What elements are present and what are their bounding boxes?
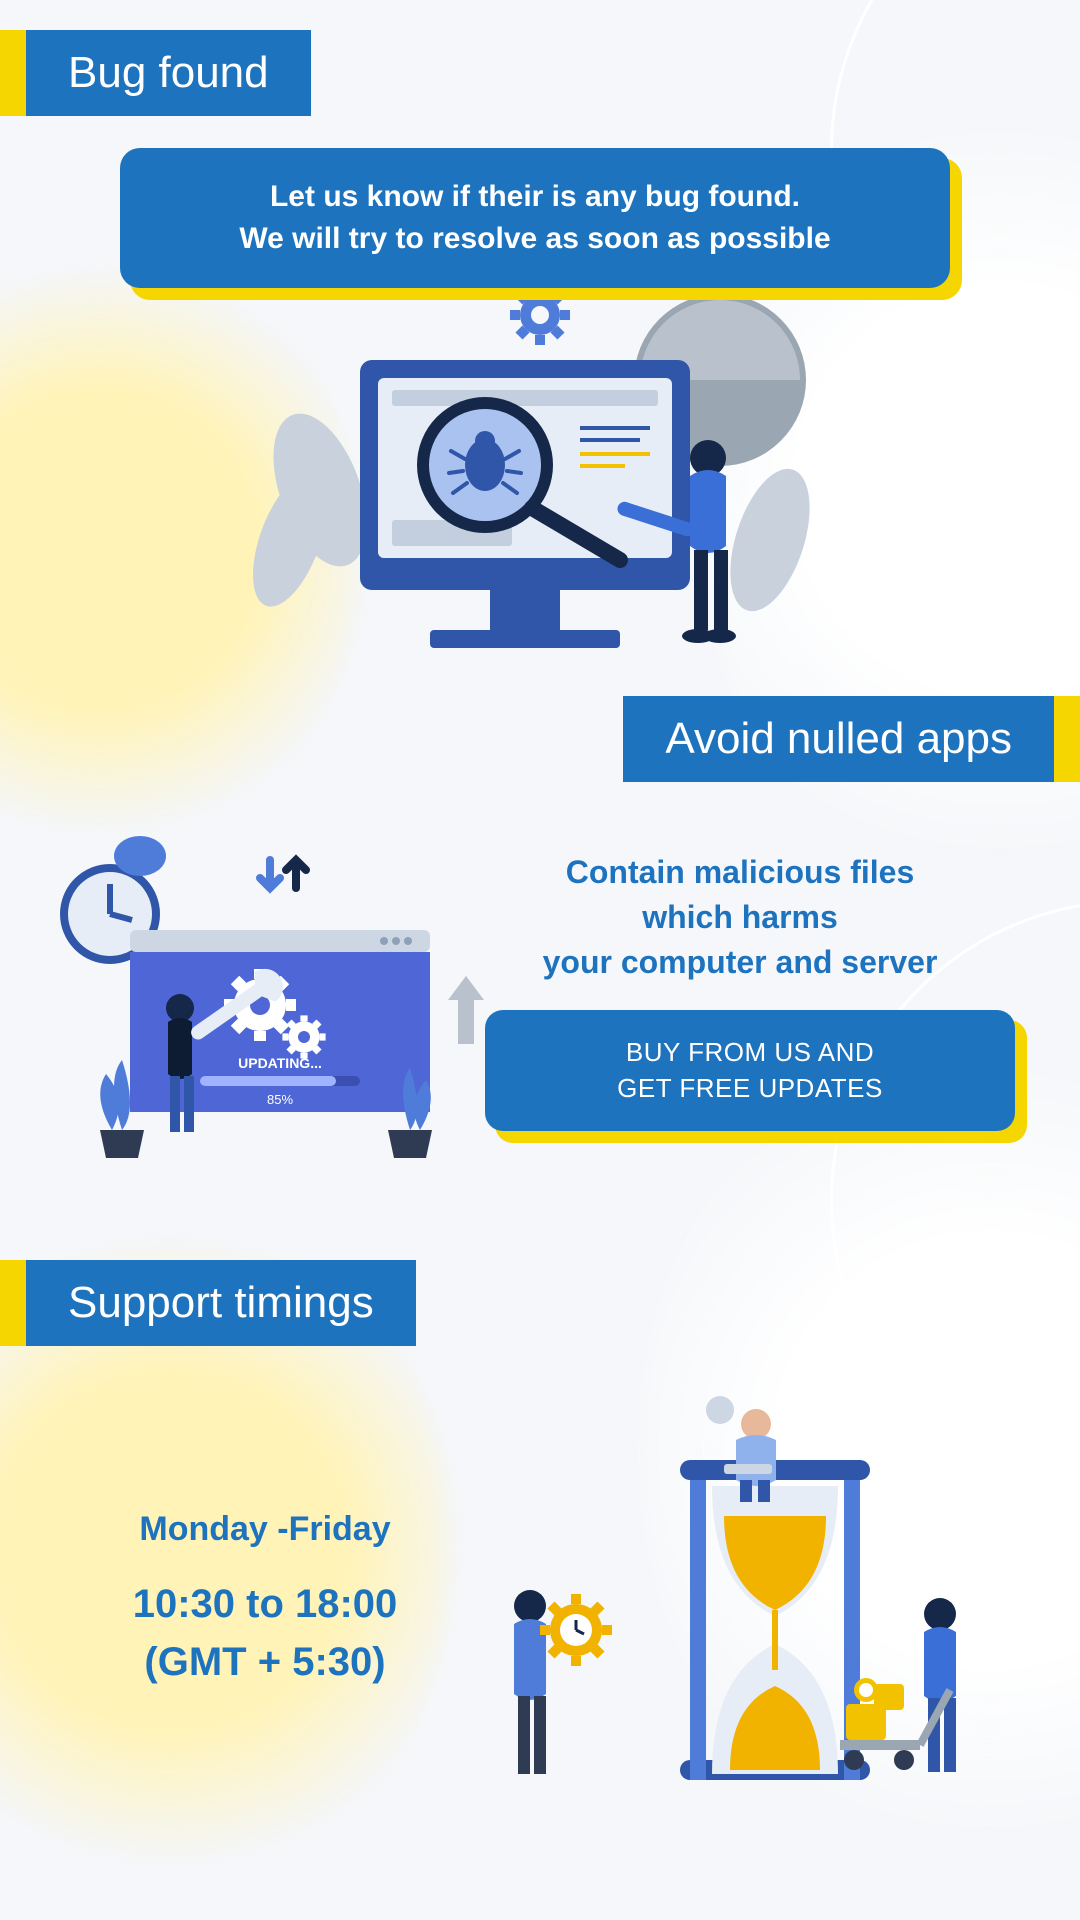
accent-stripe (0, 1260, 26, 1346)
cta-button[interactable]: BUY FROM US AND GET FREE UPDATES (485, 1010, 1015, 1131)
section-heading-timings: Support timings (0, 1260, 416, 1346)
section-heading-bug: Bug found (0, 30, 311, 116)
accent-stripe (1054, 696, 1080, 782)
updating-label: UPDATING... (238, 1055, 322, 1071)
buy-cta[interactable]: BUY FROM US AND GET FREE UPDATES (485, 1010, 1015, 1131)
heading-label: Avoid nulled apps (623, 696, 1054, 782)
section-heading-nulled: Avoid nulled apps (623, 696, 1080, 782)
illustration-updating: UPDATING... 85% (40, 830, 510, 1180)
bug-callout: Let us know if their is any bug found. W… (120, 148, 950, 288)
text-line: your computer and server (450, 940, 1030, 985)
illustration-bug-monitor (210, 290, 870, 690)
callout-line: Let us know if their is any bug found. (164, 176, 906, 218)
illustration-hourglass (430, 1390, 1060, 1870)
callout-bubble: Let us know if their is any bug found. W… (120, 148, 950, 288)
cta-line: GET FREE UPDATES (533, 1070, 967, 1106)
text-line: Contain malicious files (450, 850, 1030, 895)
timings-days: Monday -Friday (80, 1510, 450, 1549)
nulled-warning-text: Contain malicious files which harms your… (450, 850, 1030, 984)
support-timings-text: Monday -Friday 10:30 to 18:00 (GMT + 5:3… (80, 1510, 450, 1691)
timings-tz: (GMT + 5:30) (80, 1633, 450, 1691)
callout-line: We will try to resolve as soon as possib… (164, 218, 906, 260)
cta-line: BUY FROM US AND (533, 1034, 967, 1070)
accent-stripe (0, 30, 26, 116)
timings-hours: 10:30 to 18:00 (80, 1575, 450, 1633)
text-line: which harms (450, 895, 1030, 940)
heading-label: Support timings (26, 1260, 416, 1346)
heading-label: Bug found (26, 30, 311, 116)
updating-percent: 85% (267, 1092, 293, 1107)
